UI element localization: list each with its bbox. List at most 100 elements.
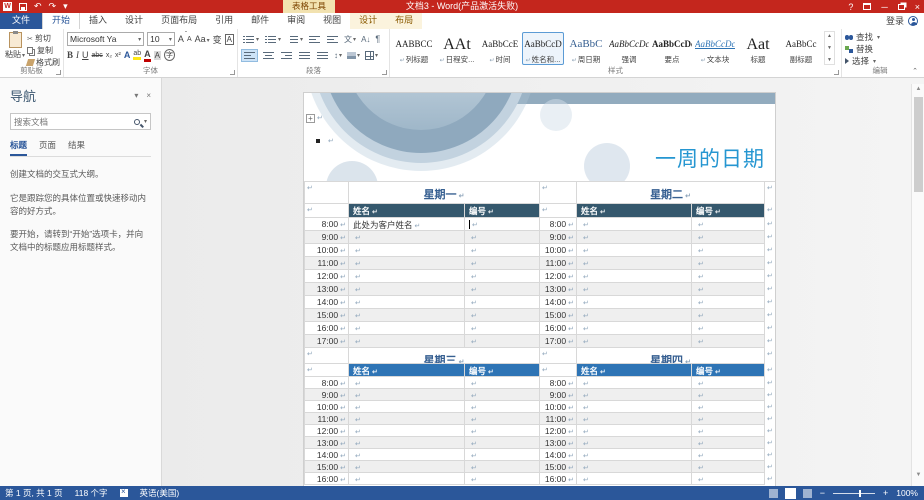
shrink-font-button[interactable]: A xyxy=(187,36,192,43)
time-cell[interactable]: 13:00↵ xyxy=(540,283,577,296)
time-cell[interactable]: 10:00↵ xyxy=(305,401,349,413)
phonetic-guide-button[interactable]: 变 xyxy=(213,33,222,46)
multilevel-list-button[interactable]: ▾ xyxy=(285,34,304,45)
tab-页面布局[interactable]: 页面布局 xyxy=(152,11,206,29)
show-hide-marks-button[interactable]: ¶ xyxy=(374,33,381,45)
column-header-number[interactable]: 编号↵ xyxy=(465,364,540,377)
paste-button[interactable]: 粘贴▾ xyxy=(3,31,27,68)
time-cell[interactable]: 13:00↵ xyxy=(305,283,349,296)
style-item-要点[interactable]: AaBbCcDc要点 xyxy=(651,32,693,65)
name-cell[interactable]: ↵ xyxy=(349,335,465,348)
zoom-slider-thumb[interactable] xyxy=(859,490,861,497)
number-cell[interactable]: ↵ xyxy=(465,437,540,449)
name-cell[interactable]: ↵ xyxy=(577,449,692,461)
number-cell[interactable]: ↵ xyxy=(692,473,765,485)
proofing-status-icon[interactable] xyxy=(120,489,128,497)
number-cell[interactable]: ↵ xyxy=(692,257,765,270)
web-layout-button[interactable] xyxy=(803,489,812,498)
character-border-button[interactable]: A xyxy=(225,34,234,45)
name-cell[interactable]: ↵ xyxy=(577,296,692,309)
name-cell[interactable]: ↵ xyxy=(349,257,465,270)
time-cell[interactable]: 12:00↵ xyxy=(305,270,349,283)
name-cell[interactable]: ↵ xyxy=(349,401,465,413)
number-cell[interactable]: ↵ xyxy=(692,377,765,389)
number-cell[interactable]: ↵ xyxy=(465,244,540,257)
character-shading-button[interactable]: A xyxy=(154,51,161,60)
time-cell[interactable]: 9:00↵ xyxy=(540,389,577,401)
justify-button[interactable] xyxy=(297,50,312,61)
styles-gallery-scroll[interactable]: ▲ ▼ ▼ xyxy=(824,31,835,65)
search-input[interactable] xyxy=(14,117,134,127)
column-header-number[interactable]: 编号↵ xyxy=(692,364,765,377)
word-count[interactable]: 118 个字 xyxy=(75,487,108,499)
font-color-button[interactable]: A xyxy=(144,49,151,62)
style-item-周日期[interactable]: AaBbC↵周日期 xyxy=(565,32,607,65)
time-cell[interactable]: 16:00↵ xyxy=(540,322,577,335)
number-cell[interactable]: ↵ xyxy=(465,413,540,425)
name-cell[interactable]: ↵ xyxy=(349,425,465,437)
tab-邮件[interactable]: 邮件 xyxy=(242,11,278,29)
name-cell[interactable]: ↵ xyxy=(349,449,465,461)
name-cell[interactable]: ↵ xyxy=(577,231,692,244)
paragraph-dialog-launcher[interactable] xyxy=(382,70,387,75)
print-layout-button[interactable] xyxy=(786,489,795,498)
name-cell[interactable]: ↵ xyxy=(577,473,692,485)
number-cell[interactable]: ↵ xyxy=(692,322,765,335)
time-cell[interactable]: 14:00↵ xyxy=(540,449,577,461)
document-title[interactable]: 一周的日期 xyxy=(655,143,765,173)
name-cell[interactable]: ↵ xyxy=(349,377,465,389)
distribute-button[interactable] xyxy=(315,50,330,61)
tab-设计[interactable]: 设计 xyxy=(116,11,152,29)
time-cell[interactable]: 8:00↵ xyxy=(305,218,349,231)
font-size-input[interactable] xyxy=(150,34,166,44)
name-cell[interactable]: ↵ xyxy=(577,401,692,413)
tab-文件[interactable]: 文件 xyxy=(0,11,42,29)
decrease-indent-button[interactable] xyxy=(307,34,322,45)
table-corner-cell[interactable]: ↵ xyxy=(540,348,577,364)
table-corner-cell[interactable]: ↵ xyxy=(305,348,349,364)
language-indicator[interactable]: 英语(美国) xyxy=(140,487,180,499)
shading-button[interactable]: ▾ xyxy=(346,51,361,60)
zoom-level[interactable]: 100% xyxy=(896,488,918,498)
time-cell[interactable]: 11:00↵ xyxy=(540,257,577,270)
align-left-button[interactable] xyxy=(241,49,258,62)
enclose-characters-button[interactable]: 字 xyxy=(164,49,175,61)
help-icon[interactable]: ? xyxy=(848,2,853,12)
number-cell[interactable]: ↵ xyxy=(692,461,765,473)
number-cell[interactable]: ↵ xyxy=(692,218,765,231)
time-cell[interactable]: 17:00↵ xyxy=(540,335,577,348)
name-cell[interactable]: ↵ xyxy=(577,322,692,335)
name-cell[interactable]: ↵ xyxy=(349,270,465,283)
document-search-box[interactable]: ▾ xyxy=(10,113,151,130)
zoom-in-button[interactable]: + xyxy=(883,488,888,498)
zoom-out-button[interactable]: − xyxy=(820,488,825,498)
number-cell[interactable]: ↵ xyxy=(692,437,765,449)
time-cell[interactable]: 13:00↵ xyxy=(305,437,349,449)
day-header-星期一[interactable]: 星期一↵ xyxy=(349,182,540,204)
bullets-button[interactable]: ▾ xyxy=(241,34,260,45)
search-dropdown-icon[interactable]: ▾ xyxy=(144,118,147,125)
style-item-副标题[interactable]: AaBbCc副标题 xyxy=(780,32,822,65)
time-cell[interactable]: 9:00↵ xyxy=(305,389,349,401)
number-cell[interactable]: ↵ xyxy=(465,283,540,296)
number-cell[interactable]: ↵ xyxy=(465,218,540,231)
style-item-文本块[interactable]: AaBbCcDc↵文本块 xyxy=(694,32,736,65)
tab-设计[interactable]: 设计 xyxy=(350,11,386,29)
tab-布局[interactable]: 布局 xyxy=(386,11,422,29)
nav-close-icon[interactable]: × xyxy=(146,91,151,100)
number-cell[interactable]: ↵ xyxy=(692,296,765,309)
name-cell[interactable]: ↵ xyxy=(577,309,692,322)
sign-in[interactable]: 登录 xyxy=(886,14,918,27)
day-header-星期四[interactable]: 星期四↵ xyxy=(577,348,765,364)
time-cell[interactable]: 8:00↵ xyxy=(540,218,577,231)
style-item-标题[interactable]: Aat标题 xyxy=(737,32,779,65)
asian-layout-button[interactable]: 文▾ xyxy=(343,33,357,46)
number-cell[interactable]: ↵ xyxy=(465,322,540,335)
number-cell[interactable]: ↵ xyxy=(692,449,765,461)
nav-tab-页面[interactable]: 页面 xyxy=(39,139,56,156)
style-item-强调[interactable]: AaBbCcDc强调 xyxy=(608,32,650,65)
number-cell[interactable]: ↵ xyxy=(465,296,540,309)
time-cell[interactable]: 11:00↵ xyxy=(305,257,349,270)
time-cell[interactable]: 15:00↵ xyxy=(540,461,577,473)
replace-button[interactable]: 替换 xyxy=(845,43,915,55)
